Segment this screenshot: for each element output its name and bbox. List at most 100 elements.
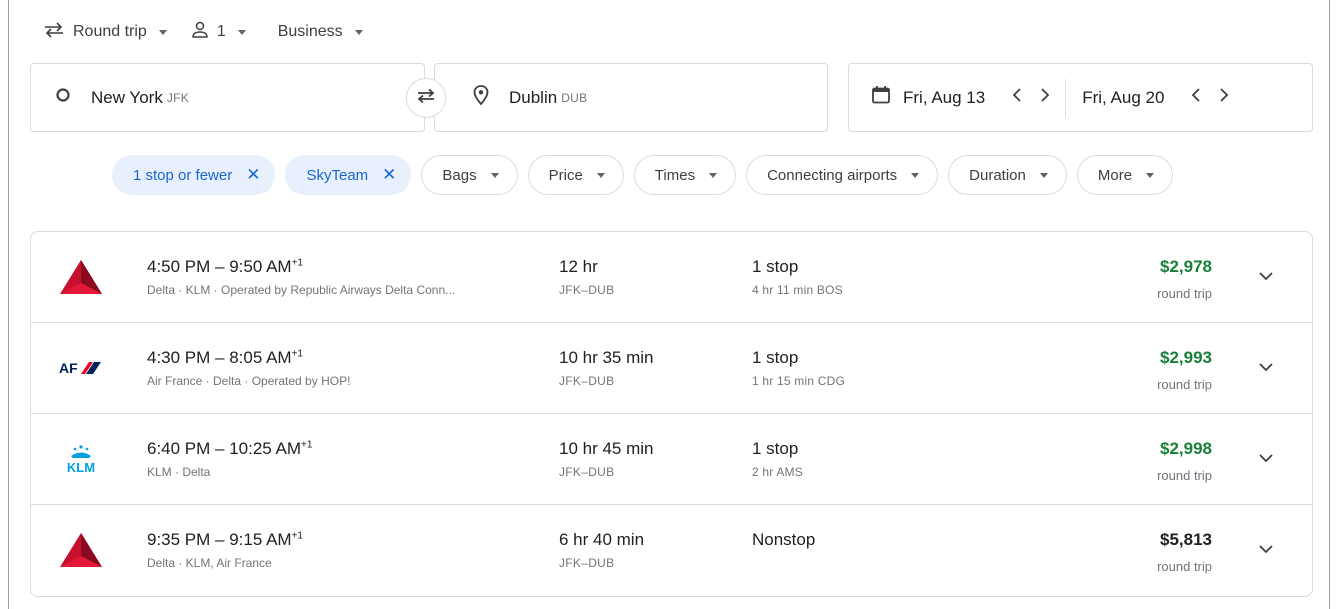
chip-times[interactable]: Times [633, 155, 737, 195]
destination-city: Dublin [509, 87, 558, 107]
price-note: round trip [1157, 286, 1212, 301]
flight-row[interactable]: AF 4:30 PM – 8:05 AM+1 Air France · Delt… [31, 323, 1312, 414]
price-note: round trip [1157, 468, 1212, 483]
chip-label: Duration [969, 166, 1026, 184]
chevron-left-icon [1191, 88, 1201, 107]
location-pin-icon [473, 85, 489, 110]
passenger-count: 1 [216, 23, 226, 40]
flight-results-list: 4:50 PM – 9:50 AM+1 Delta · KLM · Operat… [30, 231, 1313, 597]
origin-code: JFK [166, 90, 190, 105]
chip-label: Connecting airports [767, 166, 898, 184]
person-icon [191, 21, 217, 44]
flight-price: $2,998 [1160, 439, 1212, 458]
flight-times: 9:35 PM – 9:15 AM+1 [147, 530, 303, 549]
chip-bags[interactable]: Bags [421, 155, 518, 195]
flight-row[interactable]: KLM 6:40 PM – 10:25 AM+1 KLM · Delta 10 … [31, 414, 1312, 505]
chevron-down-icon [1259, 359, 1273, 377]
dropdown-caret-icon [1039, 172, 1048, 178]
destination-field[interactable]: Dublin DUB [434, 63, 828, 132]
destination-code: DUB [561, 90, 588, 105]
flight-times: 4:50 PM – 9:50 AM+1 [147, 257, 303, 276]
flight-layover: 4 hr 11 min BOS [752, 283, 843, 297]
dropdown-caret-icon [709, 172, 718, 178]
flight-airlines: Air France · Delta · Operated by HOP! [147, 374, 351, 388]
trip-type-label: Round trip [73, 23, 147, 40]
expand-row-button[interactable] [1252, 445, 1280, 473]
filter-chips-bar: 1 stop or fewer ✕ SkyTeam ✕ Bags Price T… [112, 155, 1174, 195]
day-offset: +1 [291, 348, 303, 360]
flight-airlines: Delta · KLM · Operated by Republic Airwa… [147, 283, 456, 297]
chip-duration[interactable]: Duration [948, 155, 1067, 195]
chip-more[interactable]: More [1076, 155, 1174, 195]
prev-departure-button[interactable] [1003, 84, 1031, 112]
flight-price: $5,813 [1160, 530, 1212, 549]
flight-row[interactable]: 9:35 PM – 9:15 AM+1 Delta · KLM, Air Fra… [31, 505, 1312, 596]
flight-route: JFK–DUB [559, 465, 615, 479]
dropdown-caret-icon [596, 172, 605, 178]
date-divider [1065, 78, 1067, 117]
chevron-down-icon [1259, 541, 1273, 559]
flight-airlines: KLM · Delta [147, 465, 211, 479]
svg-text:KLM: KLM [67, 460, 95, 474]
chip-label: SkyTeam [306, 166, 369, 184]
dropdown-caret-icon [237, 29, 246, 35]
close-icon[interactable]: ✕ [382, 165, 396, 185]
next-departure-button[interactable] [1031, 84, 1059, 112]
day-offset: +1 [291, 257, 303, 269]
origin-circle-icon [55, 87, 71, 108]
air-france-logo-icon: AF [53, 350, 109, 386]
chip-label: Times [654, 166, 696, 184]
app-frame: Round trip 1 Business New York JFK Dubli… [8, 0, 1330, 609]
flight-stops: 1 stop [752, 348, 799, 367]
flight-duration: 12 hr [559, 257, 598, 276]
expand-row-button[interactable] [1252, 536, 1280, 564]
cabin-class-label: Business [277, 23, 343, 40]
flight-duration: 10 hr 45 min [559, 439, 654, 458]
calendar-icon [871, 85, 891, 110]
swap-locations-button[interactable] [406, 78, 446, 118]
flight-stops: 1 stop [752, 439, 799, 458]
flight-price: $2,978 [1160, 257, 1212, 276]
dropdown-caret-icon [354, 29, 363, 35]
departure-date[interactable]: Fri, Aug 13 [903, 88, 985, 108]
cabin-class-select[interactable]: Business [278, 23, 363, 41]
price-note: round trip [1157, 559, 1212, 574]
swap-arrows-icon [43, 21, 73, 43]
flight-airlines: Delta · KLM, Air France [147, 556, 272, 570]
close-icon[interactable]: ✕ [246, 165, 260, 185]
return-date[interactable]: Fri, Aug 20 [1082, 88, 1164, 108]
flight-stops: Nonstop [752, 530, 816, 549]
chevron-right-icon [1040, 88, 1050, 107]
chevron-down-icon [1259, 268, 1273, 286]
dropdown-caret-icon [158, 29, 167, 35]
next-return-button[interactable] [1210, 84, 1238, 112]
passengers-select[interactable]: 1 [191, 21, 246, 44]
trip-type-select[interactable]: Round trip [43, 21, 167, 43]
delta-logo-icon [53, 259, 109, 295]
flight-price: $2,993 [1160, 348, 1212, 367]
flight-route: JFK–DUB [559, 283, 615, 297]
flight-route: JFK–DUB [559, 556, 615, 570]
dropdown-caret-icon [490, 172, 499, 178]
flight-layover: 2 hr AMS [752, 465, 803, 479]
flight-row[interactable]: 4:50 PM – 9:50 AM+1 Delta · KLM · Operat… [31, 232, 1312, 323]
price-note: round trip [1157, 377, 1212, 392]
flight-layover: 1 hr 15 min CDG [752, 374, 846, 388]
expand-row-button[interactable] [1252, 354, 1280, 382]
flight-duration: 6 hr 40 min [559, 530, 645, 549]
chip-label: More [1097, 166, 1133, 184]
day-offset: +1 [301, 439, 313, 451]
chip-price[interactable]: Price [527, 155, 624, 195]
flight-times: 6:40 PM – 10:25 AM+1 [147, 439, 313, 458]
swap-icon [415, 87, 437, 110]
expand-row-button[interactable] [1252, 263, 1280, 291]
chip-connecting-airports[interactable]: Connecting airports [746, 155, 939, 195]
prev-return-button[interactable] [1182, 84, 1210, 112]
svg-text:AF: AF [59, 360, 78, 376]
chip-stops-filter[interactable]: 1 stop or fewer ✕ [112, 155, 276, 195]
dropdown-caret-icon [911, 172, 920, 178]
chip-alliance-filter[interactable]: SkyTeam ✕ [285, 155, 412, 195]
klm-logo-icon: KLM [53, 441, 109, 477]
origin-field[interactable]: New York JFK [30, 63, 425, 132]
chevron-right-icon [1219, 88, 1229, 107]
